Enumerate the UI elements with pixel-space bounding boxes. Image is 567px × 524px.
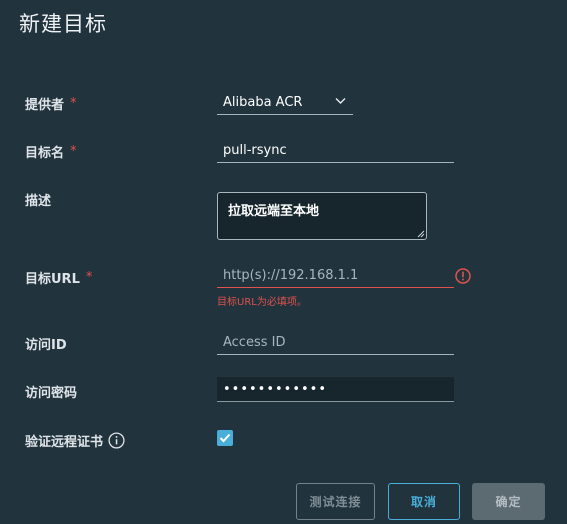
target-name-label-text: 目标名 bbox=[25, 146, 65, 161]
access-secret-input[interactable] bbox=[217, 377, 454, 402]
required-mark: * bbox=[70, 144, 77, 159]
access-id-label-text: 访问ID bbox=[25, 338, 67, 353]
test-connection-button[interactable]: 测试连接 bbox=[296, 483, 375, 520]
target-url-label-text: 目标URL bbox=[25, 272, 80, 287]
verify-cert-checkbox[interactable] bbox=[217, 430, 233, 446]
cancel-button[interactable]: 取消 bbox=[388, 483, 460, 520]
info-icon[interactable] bbox=[108, 432, 125, 449]
target-name-input[interactable] bbox=[217, 138, 454, 163]
target-url-error: 目标URL为必填项。 bbox=[217, 297, 307, 308]
provider-label: 提供者 * bbox=[25, 94, 77, 113]
verify-cert-label: 验证远程证书 bbox=[25, 431, 125, 450]
description-textarea[interactable]: 拉取远端至本地 bbox=[217, 192, 427, 240]
target-url-label: 目标URL * bbox=[25, 268, 92, 287]
access-id-label: 访问ID bbox=[25, 334, 67, 353]
verify-cert-label-text: 验证远程证书 bbox=[25, 435, 104, 450]
provider-select-value: Alibaba ACR bbox=[223, 94, 303, 110]
error-icon bbox=[455, 268, 471, 284]
provider-select[interactable]: Alibaba ACR bbox=[217, 90, 353, 115]
description-label-text: 描述 bbox=[25, 194, 52, 209]
access-secret-label: 访问密码 bbox=[25, 382, 77, 401]
resize-grip-icon[interactable] bbox=[417, 230, 425, 238]
checkmark-icon bbox=[219, 433, 231, 443]
chevron-down-icon bbox=[335, 98, 346, 104]
required-mark: * bbox=[70, 96, 77, 111]
description-label: 描述 bbox=[25, 190, 51, 209]
target-name-label: 目标名 * bbox=[25, 142, 77, 161]
access-secret-label-text: 访问密码 bbox=[25, 386, 78, 401]
provider-label-text: 提供者 bbox=[25, 98, 65, 113]
ok-button[interactable]: 确定 bbox=[472, 483, 545, 520]
dialog-title: 新建目标 bbox=[19, 12, 107, 36]
access-id-input[interactable] bbox=[217, 330, 454, 355]
required-mark: * bbox=[85, 270, 93, 285]
target-url-input[interactable] bbox=[217, 263, 454, 288]
